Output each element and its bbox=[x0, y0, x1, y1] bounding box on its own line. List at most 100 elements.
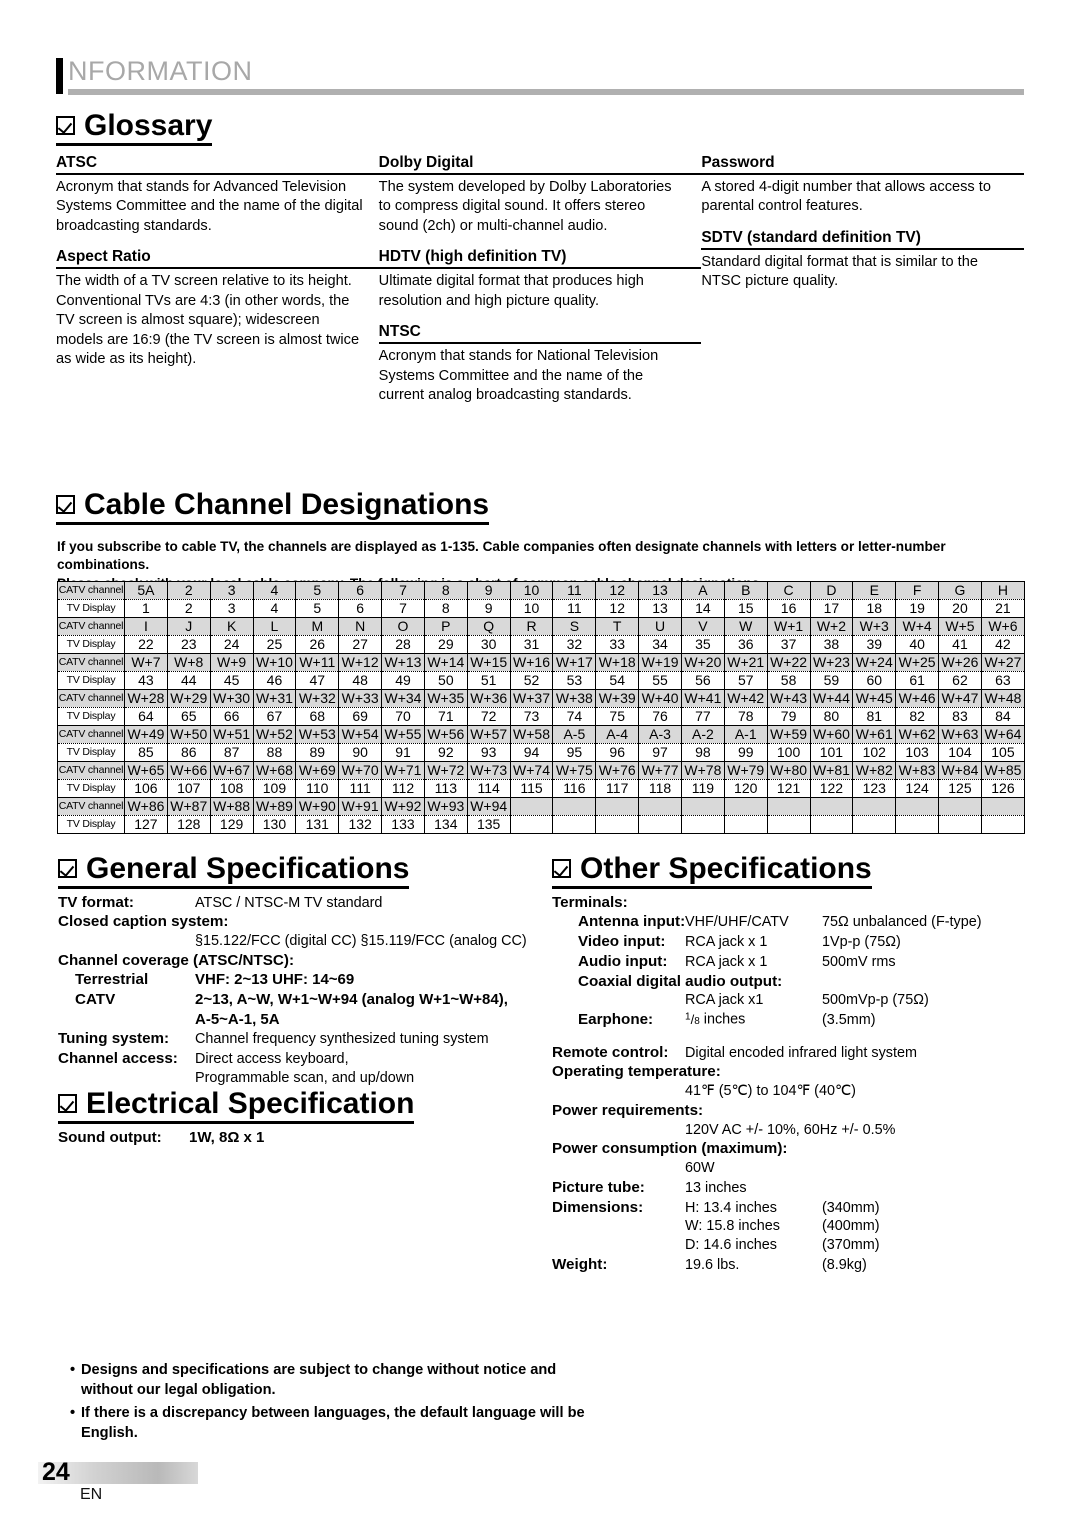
spec-row-tv-format: TV format: ATSC / NTSC-M TV standard bbox=[58, 893, 528, 913]
table-cell: 116 bbox=[552, 779, 597, 798]
table-cell: W+70 bbox=[338, 761, 383, 780]
table-cell bbox=[595, 815, 640, 834]
spec-row-earphone: Earphone: 1/8 inches (3.5mm) bbox=[552, 1010, 1030, 1030]
spec-row-video-input: Video input: RCA jack x 1 1Vp-p (75Ω) bbox=[552, 932, 1030, 952]
table-cell bbox=[809, 797, 854, 816]
table-row: CATV channel W+7 W+8 W+9 W+10 W+11 W+12 W+13 W+1… bbox=[57, 653, 1026, 672]
table-cell: W+14 bbox=[423, 653, 468, 672]
table-cell: 93 bbox=[466, 743, 511, 762]
checkbox-icon bbox=[58, 1094, 77, 1114]
table-cell: T bbox=[595, 617, 640, 636]
table-cell: 94 bbox=[509, 743, 554, 762]
table-cell: W+82 bbox=[852, 761, 897, 780]
table-cell: W+75 bbox=[552, 761, 597, 780]
table-cell bbox=[895, 797, 940, 816]
tv-format-value: ATSC / NTSC-M TV standard bbox=[195, 894, 383, 911]
table-cell: 61 bbox=[895, 671, 940, 690]
table-cell: 38 bbox=[809, 635, 854, 654]
table-cell: 10 bbox=[509, 581, 554, 600]
dimensions-width-note: (400mm) bbox=[822, 1218, 880, 1235]
table-cell: 101 bbox=[809, 743, 854, 762]
table-cell: 85 bbox=[124, 743, 168, 762]
cable-channel-section: Cable Channel Designations If you subscr… bbox=[56, 489, 1026, 834]
row-label: TV Display bbox=[57, 671, 125, 690]
table-cell: W+81 bbox=[809, 761, 854, 780]
earphone-unit: inches bbox=[699, 1011, 746, 1028]
glossary-column-1: ATSC Acronym that stands for Advanced Te… bbox=[56, 154, 379, 405]
cable-designation-table: CATV channel 5A 2 3 4 5 6 7 8 9 10 11 12 13 A B C D E F G H TV… bbox=[57, 581, 1026, 834]
table-cell: 115 bbox=[509, 779, 554, 798]
bullet-icon: • bbox=[70, 1362, 76, 1378]
table-cell: 111 bbox=[338, 779, 383, 798]
table-cell bbox=[680, 797, 725, 816]
table-cell: 13 bbox=[638, 581, 682, 600]
table-cell bbox=[723, 815, 768, 834]
row-label: CATV channel bbox=[57, 797, 125, 816]
spec-row-power-requirements: Power requirements: bbox=[552, 1101, 1030, 1121]
table-cell: 121 bbox=[766, 779, 811, 798]
glossary-heading-label: Glossary bbox=[84, 109, 213, 142]
table-cell: W+37 bbox=[509, 689, 554, 708]
table-cell: 7 bbox=[381, 581, 425, 600]
table-cell: 90 bbox=[338, 743, 383, 762]
glossary-section: Glossary ATSC Acronym that stands for Ad… bbox=[56, 109, 1025, 403]
dimensions-height-value: H: 13.4 inches bbox=[685, 1199, 777, 1216]
table-cell: W+77 bbox=[638, 761, 682, 780]
table-cell: 5 bbox=[295, 599, 340, 618]
table-cell: 16 bbox=[766, 599, 811, 618]
table-cell: 9 bbox=[466, 581, 511, 600]
earphone-value: 1/8 inches bbox=[685, 1010, 822, 1029]
table-cell: 33 bbox=[595, 635, 640, 654]
antenna-input-note: 75Ω unbalanced (F-type) bbox=[822, 914, 982, 931]
table-cell: W+47 bbox=[938, 689, 982, 708]
spec-row-operating-temperature: Operating temperature: bbox=[552, 1062, 1030, 1082]
table-row: CATV channel W+49 W+50 W+51 W+52 W+53 W+54 W+55… bbox=[57, 725, 1026, 744]
glossary-heading: Glossary bbox=[56, 109, 213, 146]
table-cell: W+12 bbox=[338, 653, 383, 672]
glossary-definition: Standard digital format that is similar … bbox=[701, 253, 978, 290]
general-specs-list: TV format: ATSC / NTSC-M TV standard Clo… bbox=[58, 893, 528, 1088]
table-cell: B bbox=[723, 581, 768, 600]
table-cell: 21 bbox=[980, 599, 1026, 618]
spec-row-dimensions-h: Dimensions: H: 13.4 inches (340mm) bbox=[552, 1198, 1030, 1218]
table-cell: W+64 bbox=[980, 725, 1026, 744]
table-cell: W+42 bbox=[723, 689, 768, 708]
table-cell: W+1 bbox=[766, 617, 811, 636]
table-cell: 7 bbox=[381, 599, 425, 618]
table-cell: 51 bbox=[466, 671, 511, 690]
channel-access-value-line-2: Programmable scan, and up/down bbox=[195, 1069, 415, 1086]
table-cell: W+38 bbox=[552, 689, 597, 708]
dimensions-height-note: (340mm) bbox=[822, 1199, 880, 1216]
table-cell: A-3 bbox=[638, 725, 682, 744]
earphone-note: (3.5mm) bbox=[822, 1011, 876, 1028]
spec-row-catv: CATV 2~13, A~W, W+1~W+94 (analog W+1~W+8… bbox=[58, 990, 528, 1010]
remote-control-value: Digital encoded infrared light system bbox=[685, 1044, 917, 1061]
table-cell: W+15 bbox=[466, 653, 511, 672]
table-cell: 96 bbox=[595, 743, 640, 762]
table-cell: V bbox=[680, 617, 725, 636]
table-cell: 125 bbox=[938, 779, 982, 798]
row-label: TV Display bbox=[57, 635, 125, 654]
table-cell: 97 bbox=[638, 743, 682, 762]
table-cell: W+48 bbox=[980, 689, 1026, 708]
operating-temperature-value: 41℉ (5℃) to 104℉ (40℃) bbox=[685, 1083, 856, 1100]
note-item: • If there is a discrepancy between langu… bbox=[70, 1404, 590, 1443]
table-cell: N bbox=[338, 617, 383, 636]
spec-row-power-consumption-value: 60W bbox=[552, 1159, 1030, 1178]
checkbox-icon bbox=[56, 495, 75, 515]
glossary-term: HDTV (high definition TV) bbox=[378, 248, 702, 270]
table-cell: 123 bbox=[852, 779, 897, 798]
electrical-specs-heading: Electrical Specification bbox=[58, 1088, 415, 1124]
page-language: EN bbox=[80, 1486, 103, 1503]
row-label: TV Display bbox=[57, 707, 125, 726]
table-cell: 75 bbox=[595, 707, 640, 726]
table-row: CATV channel W+65 W+66 W+67 W+68 W+69 W+70 W+71… bbox=[57, 761, 1026, 780]
table-cell: 36 bbox=[723, 635, 768, 654]
table-cell: 88 bbox=[252, 743, 297, 762]
table-cell: 80 bbox=[809, 707, 854, 726]
table-cell bbox=[852, 797, 897, 816]
audio-input-value: RCA jack x 1 bbox=[685, 953, 768, 970]
table-cell: K bbox=[209, 617, 254, 636]
table-cell: 22 bbox=[124, 635, 168, 654]
table-cell: 35 bbox=[680, 635, 725, 654]
